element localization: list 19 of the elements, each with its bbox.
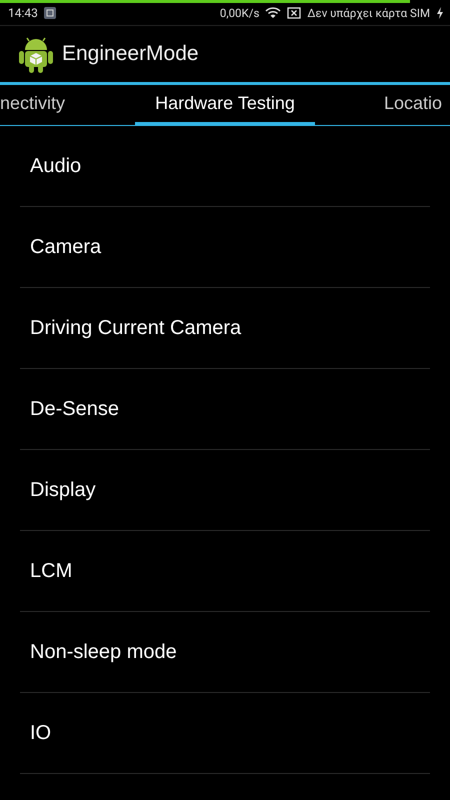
network-speed: 0,00K/s [220,6,260,20]
tab[interactable]: Hardware Testing [135,85,315,125]
list-item[interactable]: Audio [20,126,430,207]
list-item[interactable]: LCM [20,531,430,612]
notification-icon [44,6,56,18]
charging-icon [436,6,444,18]
list-item[interactable]: Non-sleep mode [20,612,430,693]
list-item[interactable]: Camera [20,207,430,288]
app-title: EngineerMode [62,42,199,66]
list-item[interactable]: Display [20,450,430,531]
tab[interactable]: Locatio [384,85,450,125]
list-item[interactable]: IO [20,693,430,774]
no-sim-icon [287,6,302,18]
tab[interactable]: nectivity [0,85,66,125]
list-item[interactable]: Driving Current Camera [20,288,430,369]
clock: 14:43 [8,6,38,20]
carrier-text: Δεν υπάρχει κάρτα SIM [307,6,430,20]
list-item[interactable]: De-Sense [20,369,430,450]
wifi-icon [265,6,282,18]
